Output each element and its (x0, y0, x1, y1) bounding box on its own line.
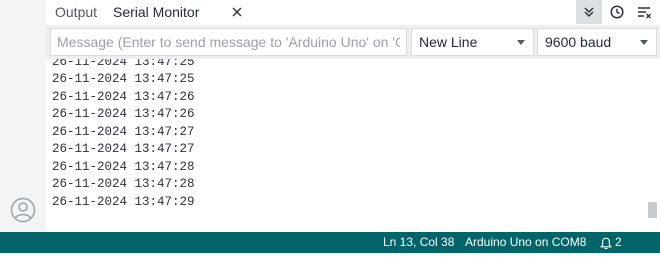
output-line: 26-11-2024 13:47:25 (52, 72, 195, 86)
bell-icon[interactable] (599, 236, 613, 250)
serial-output[interactable]: 26-11-2024 13:47:25 26-11-2024 13:47:25 … (46, 59, 660, 232)
serial-controls: New Line 9600 baud (46, 25, 660, 59)
output-line: 26-11-2024 13:47:25 (52, 59, 195, 69)
board-status[interactable]: Arduino Uno on COM8 (465, 232, 586, 253)
cursor-position[interactable]: Ln 13, Col 38 (383, 232, 454, 253)
baud-rate-select[interactable]: 9600 baud (537, 28, 657, 56)
output-line: 26-11-2024 13:47:28 (52, 159, 195, 174)
baud-rate-value: 9600 baud (545, 34, 612, 50)
output-line: 26-11-2024 13:47:26 (52, 89, 195, 104)
chevron-down-icon (640, 40, 648, 45)
account-icon[interactable] (10, 197, 36, 223)
bottom-panel: Output Serial Monitor Message (Enter to … (46, 0, 660, 232)
status-bar: Ln 13, Col 38 Arduino Uno on COM8 2 (0, 232, 660, 253)
sidebar (0, 0, 46, 232)
output-line: 26-11-2024 13:47:29 (52, 194, 195, 209)
message-input[interactable] (50, 28, 407, 56)
tab-serial-monitor[interactable]: Serial Monitor (113, 0, 199, 25)
line-ending-select[interactable]: New Line (411, 28, 534, 56)
output-line: 26-11-2024 13:47:28 (52, 177, 195, 191)
tab-output[interactable]: Output (55, 0, 97, 25)
output-line: 26-11-2024 13:47:27 (52, 142, 195, 156)
output-line: 26-11-2024 13:47:26 (52, 107, 195, 121)
clock-icon[interactable] (604, 0, 630, 24)
double-chevron-down-icon[interactable] (576, 0, 602, 24)
line-ending-value: New Line (419, 34, 478, 50)
panel-tabs: Output Serial Monitor (46, 0, 660, 25)
scrollbar-thumb[interactable] (648, 202, 657, 218)
notification-count[interactable]: 2 (615, 232, 622, 253)
clear-output-icon[interactable] (631, 0, 657, 24)
close-icon[interactable] (230, 5, 244, 19)
chevron-down-icon (517, 40, 525, 45)
output-line: 26-11-2024 13:47:27 (52, 124, 195, 139)
